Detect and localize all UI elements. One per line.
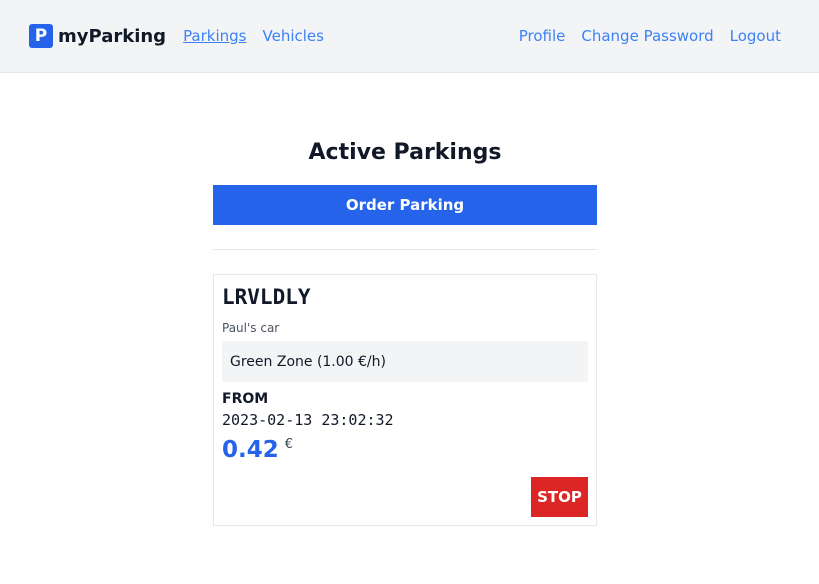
main-content: Active Parkings Order Parking LRVLDLY Pa… [213,138,597,526]
parking-card: LRVLDLY Paul's car Green Zone (1.00 €/h)… [213,274,597,526]
zone-label: Green Zone (1.00 €/h) [230,353,386,370]
plate-number: LRVLDLY [222,285,311,309]
nav-right: Profile Change Password Logout [519,27,781,45]
order-parking-button[interactable]: Order Parking [213,185,597,225]
page-title: Active Parkings [308,140,502,165]
nav-left: Parkings Vehicles [183,27,324,45]
vehicle-description: Paul's car [222,321,280,335]
price-currency: € [284,437,294,452]
divider [213,249,597,250]
nav-link-vehicles[interactable]: Vehicles [263,27,324,45]
brand-link[interactable]: P myParking [29,24,166,48]
parking-logo-icon: P [29,24,53,48]
nav-link-parkings[interactable]: Parkings [183,27,246,45]
price: 0.42 € [222,435,588,465]
nav-link-logout[interactable]: Logout [730,27,781,45]
stop-button[interactable]: STOP [531,477,588,517]
from-label: FROM [222,391,269,407]
nav-link-profile[interactable]: Profile [519,27,566,45]
from-time: 2023-02-13 23:02:32 [222,411,394,429]
zone-box: Green Zone (1.00 €/h) [222,341,588,382]
navbar: P myParking Parkings Vehicles Profile Ch… [0,0,819,73]
brand-name: myParking [58,25,167,47]
price-value: 0.42 [222,437,279,463]
nav-link-change-password[interactable]: Change Password [581,27,713,45]
